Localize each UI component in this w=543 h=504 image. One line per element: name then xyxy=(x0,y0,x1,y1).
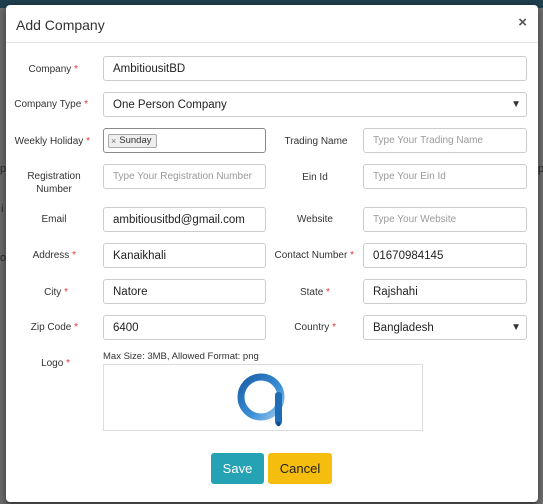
modal-title: Add Company xyxy=(16,17,105,33)
close-icon[interactable]: × xyxy=(518,14,527,31)
registration-number-label: Registration Number xyxy=(27,171,81,195)
ein-id-label: Ein Id xyxy=(302,172,328,183)
website-input[interactable]: Type Your Website xyxy=(363,207,527,232)
cancel-button[interactable]: Cancel xyxy=(268,453,332,484)
country-label: Country * xyxy=(294,322,336,333)
logo-hint: Max Size: 3MB, Allowed Format: png xyxy=(103,351,259,362)
remove-tag-icon[interactable]: × xyxy=(111,136,116,146)
background-text: i xyxy=(1,203,4,215)
company-type-label: Company Type * xyxy=(14,99,88,110)
state-input[interactable]: Rajshahi xyxy=(363,279,527,304)
country-select[interactable]: Bangladesh xyxy=(363,315,527,340)
trading-name-input[interactable]: Type Your Trading Name xyxy=(363,128,527,153)
modal-header: Add Company × xyxy=(6,5,538,43)
background-text: p xyxy=(538,163,543,175)
company-logo-icon xyxy=(237,373,285,427)
logo-upload-area[interactable] xyxy=(103,364,423,431)
save-button[interactable]: Save xyxy=(211,453,264,484)
contact-number-label: Contact Number * xyxy=(274,250,355,261)
zip-code-input[interactable]: 6400 xyxy=(103,315,266,340)
trading-name-label: Trading Name xyxy=(284,136,348,147)
company-type-select[interactable]: One Person Company xyxy=(103,92,527,117)
email-input[interactable]: ambitiousitbd@gmail.com xyxy=(103,207,266,232)
weekly-holiday-multiselect[interactable]: × Sunday xyxy=(103,128,266,153)
weekly-holiday-label: Weekly Holiday * xyxy=(14,136,90,147)
address-label: Address * xyxy=(32,250,76,261)
website-label: Website xyxy=(297,214,333,225)
ein-id-input[interactable]: Type Your Ein Id xyxy=(363,164,527,189)
registration-number-input[interactable]: Type Your Registration Number xyxy=(103,164,266,189)
state-label: State * xyxy=(299,287,330,298)
city-label: City * xyxy=(44,287,68,298)
logo-label: Logo * xyxy=(41,358,70,369)
contact-number-input[interactable]: 01670984145 xyxy=(363,243,527,268)
address-input[interactable]: Kanaikhali xyxy=(103,243,266,268)
email-label: Email xyxy=(41,214,67,225)
holiday-tag: × Sunday xyxy=(108,133,157,148)
company-label: Company * xyxy=(28,64,79,75)
city-input[interactable]: Natore xyxy=(103,279,266,304)
zip-code-label: Zip Code * xyxy=(30,322,78,333)
add-company-modal: Add Company × Company * AmbitiousitBD Co… xyxy=(6,5,538,502)
company-input[interactable]: AmbitiousitBD xyxy=(103,56,527,81)
